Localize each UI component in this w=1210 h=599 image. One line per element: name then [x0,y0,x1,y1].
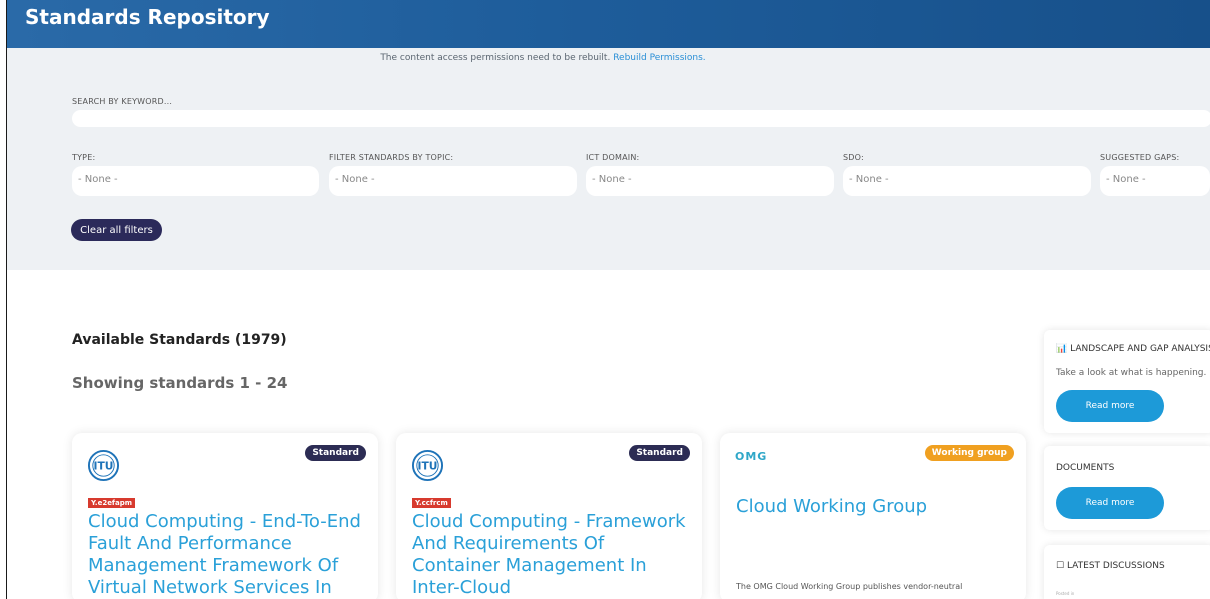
notice-text: The content access permissions need to b… [380,53,611,63]
posted-in-text: Posted in [1056,591,1075,596]
page-left-border [6,0,7,599]
landscape-text: Take a look at what is happening. [1056,368,1207,378]
filter-type-label: TYPE: [72,153,96,162]
filter-sdo-select[interactable]: - None - [843,166,1091,196]
landscape-title: 📊 LANDSCAPE AND GAP ANALYSIS [1056,344,1210,354]
documents-read-more-button[interactable]: Read more [1056,487,1164,519]
permissions-notice: The content access permissions need to b… [7,53,1079,63]
showing-count: Showing standards 1 - 24 [72,374,288,392]
filter-gaps-label: SUGGESTED GAPS: [1100,153,1180,162]
itu-logo-icon: ITU [411,449,444,482]
standard-title-link[interactable]: Cloud Computing - End-To-End Fault And P… [88,511,368,599]
filter-ict-domain-select[interactable]: - None - [586,166,834,196]
standard-card[interactable]: ITU Standard Y.e2efapm Cloud Computing -… [72,433,378,599]
available-standards-heading: Available Standards (1979) [72,332,287,348]
site-header: Standards Repository [7,0,1210,48]
standard-title-link[interactable]: Cloud Computing - Framework And Requirem… [412,511,692,599]
filter-gaps-select[interactable]: - None - [1100,166,1210,196]
working-group-title-link[interactable]: Cloud Working Group [736,496,927,517]
filter-topic-label: FILTER STANDARDS BY TOPIC: [329,153,454,162]
standard-code-tag: Y.ccfrcm [412,498,451,508]
svg-text:ITU: ITU [418,459,438,472]
type-badge: Standard [305,445,366,461]
clear-filters-button[interactable]: Clear all filters [71,219,162,241]
working-group-card[interactable]: OMG Working group Cloud Working Group Th… [720,433,1026,599]
filter-type-select[interactable]: - None - [72,166,319,196]
search-label: SEARCH BY KEYWORD... [72,97,173,106]
rebuild-permissions-link[interactable]: Rebuild Permissions. [613,53,705,63]
standard-code-tag: Y.e2efapm [88,498,136,508]
latest-discussions-box: ☐ LATEST DISCUSSIONS Posted in [1044,545,1210,599]
type-badge: Standard [629,445,690,461]
svg-text:ITU: ITU [94,459,114,472]
landscape-read-more-button[interactable]: Read more [1056,390,1164,422]
filter-sdo-label: SDO: [843,153,864,162]
standard-card[interactable]: ITU Standard Y.ccfrcm Cloud Computing - … [396,433,702,599]
landscape-gap-analysis-box: 📊 LANDSCAPE AND GAP ANALYSIS Take a look… [1044,330,1210,433]
bar-chart-icon: 📊 [1056,344,1068,354]
omg-logo: OMG [735,450,768,463]
search-input[interactable] [72,110,1210,127]
filter-topic-select[interactable]: - None - [329,166,577,196]
page-title: Standards Repository [25,5,270,29]
working-group-description: The OMG Cloud Working Group publishes ve… [736,582,963,591]
itu-logo-icon: ITU [87,449,120,482]
bookmark-icon: ☐ [1056,561,1065,571]
documents-box: DOCUMENTS Read more [1044,446,1210,530]
discussions-title: ☐ LATEST DISCUSSIONS [1056,561,1165,571]
filter-ict-domain-label: ICT DOMAIN: [586,153,640,162]
documents-title: DOCUMENTS [1056,463,1115,473]
type-badge: Working group [924,445,1014,461]
